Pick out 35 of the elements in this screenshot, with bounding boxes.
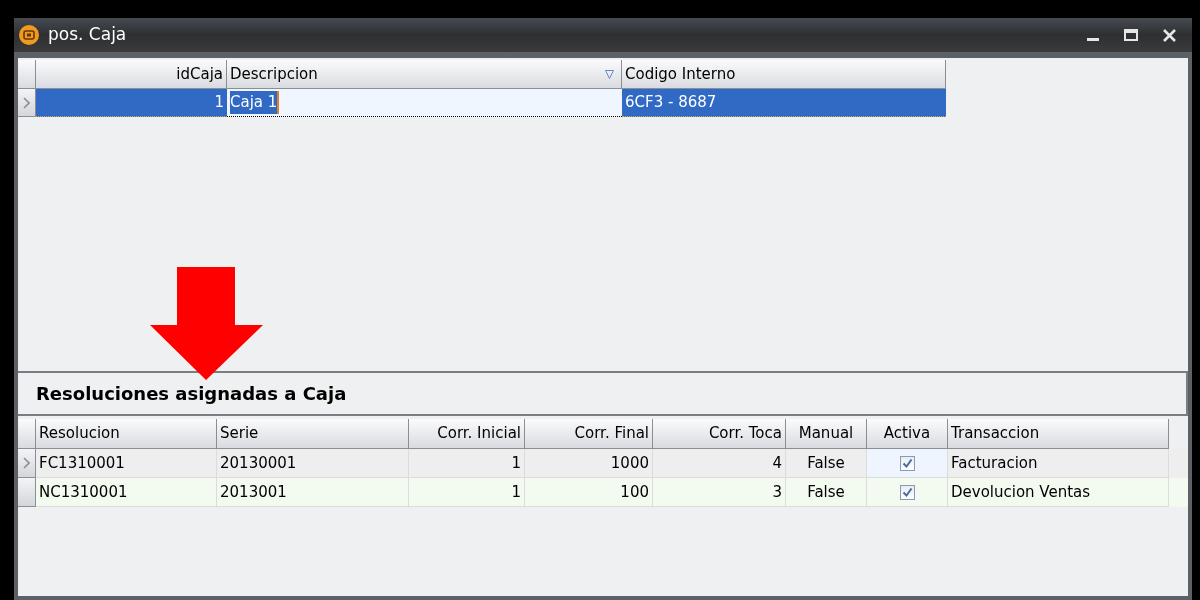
column-header[interactable]: Resolucion xyxy=(36,419,217,449)
column-header[interactable]: Activa xyxy=(867,419,948,449)
column-header[interactable]: Corr. Toca xyxy=(653,419,786,449)
checkbox[interactable] xyxy=(899,484,915,500)
maximize-icon xyxy=(1124,29,1138,41)
section-title: Resoluciones asignadas a Caja xyxy=(36,382,347,406)
filter-icon[interactable] xyxy=(605,69,614,79)
row-header[interactable] xyxy=(18,478,36,507)
table-cell: 1 xyxy=(36,89,227,117)
app-icon xyxy=(18,24,40,46)
minimize-icon xyxy=(1087,38,1099,41)
table-cell: 1 xyxy=(409,478,525,507)
checkbox[interactable] xyxy=(899,455,915,471)
table-cell: 100 xyxy=(525,478,653,507)
column-header[interactable]: Corr. Inicial xyxy=(409,419,525,449)
table-cell: NC1310001 xyxy=(36,478,217,507)
column-header[interactable]: Serie xyxy=(217,419,409,449)
header-corner xyxy=(18,419,36,449)
column-header[interactable]: Descripcion xyxy=(227,60,622,89)
column-header[interactable]: idCaja xyxy=(36,60,227,89)
close-icon xyxy=(1162,28,1176,42)
table-cell: False xyxy=(786,478,867,507)
column-header[interactable]: Corr. Final xyxy=(525,419,653,449)
window-title: pos. Caja xyxy=(48,23,127,47)
row-header[interactable] xyxy=(18,449,36,478)
header-corner xyxy=(18,60,36,89)
column-header[interactable]: Codigo Interno xyxy=(622,60,946,89)
column-header[interactable]: Manual xyxy=(786,419,867,449)
table-cell: Devolucion Ventas xyxy=(948,478,1169,507)
column-header[interactable]: Transaccion xyxy=(948,419,1169,449)
table-cell: 2013001 xyxy=(217,478,409,507)
cell-editor[interactable]: Caja 1 xyxy=(227,89,622,117)
table-cell: 6CF3 - 8687 xyxy=(622,89,946,117)
table-cell: 3 xyxy=(653,478,786,507)
row-header[interactable] xyxy=(18,89,36,117)
